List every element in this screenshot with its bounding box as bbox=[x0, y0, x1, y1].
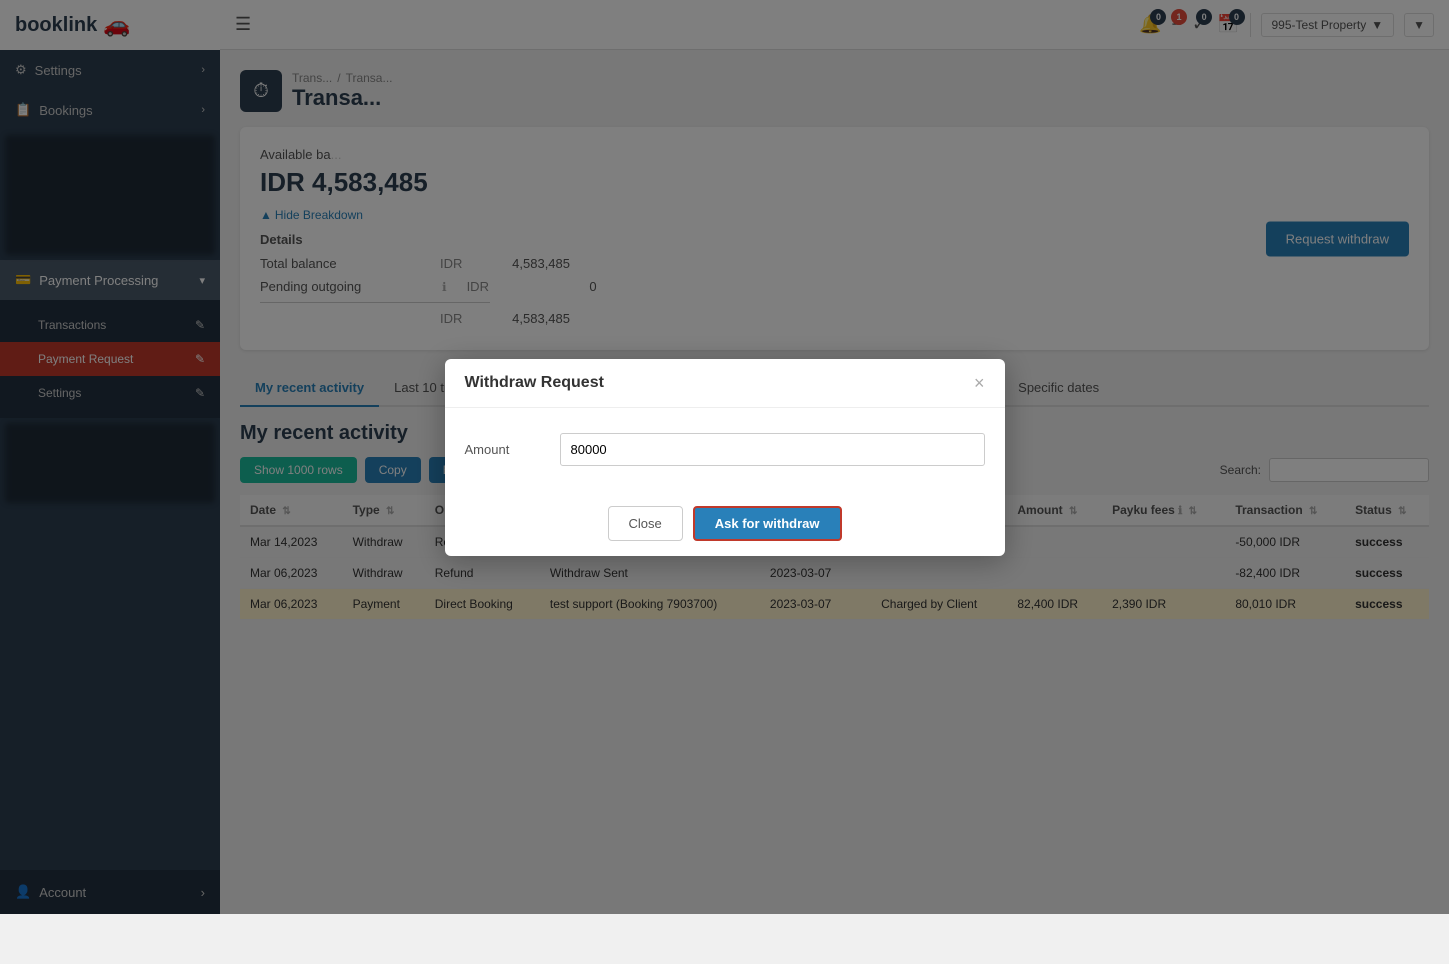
modal-overlay[interactable]: Withdraw Request × Amount Close Ask for … bbox=[0, 0, 1449, 914]
amount-input[interactable] bbox=[560, 433, 985, 466]
modal-title: Withdraw Request bbox=[465, 374, 604, 392]
amount-form-row: Amount bbox=[465, 433, 985, 466]
modal-close-icon[interactable]: × bbox=[974, 374, 985, 392]
withdraw-modal: Withdraw Request × Amount Close Ask for … bbox=[445, 359, 1005, 556]
modal-body: Amount bbox=[445, 408, 1005, 491]
ask-for-withdraw-button[interactable]: Ask for withdraw bbox=[693, 506, 842, 541]
modal-footer: Close Ask for withdraw bbox=[445, 491, 1005, 556]
amount-label: Amount bbox=[465, 442, 545, 457]
modal-header: Withdraw Request × bbox=[445, 359, 1005, 408]
modal-close-button[interactable]: Close bbox=[608, 506, 683, 541]
